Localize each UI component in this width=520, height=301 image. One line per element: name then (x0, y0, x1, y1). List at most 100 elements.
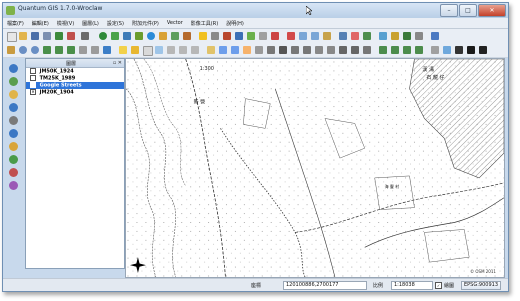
menu-file[interactable]: 檔案(F) (3, 20, 28, 27)
zoom-last-icon[interactable] (79, 46, 87, 54)
decrease-brightness-icon[interactable] (415, 46, 423, 54)
rotate-icon[interactable] (267, 46, 275, 54)
save-project-icon[interactable] (31, 32, 39, 40)
copy-features-icon[interactable] (311, 32, 319, 40)
menu-vector[interactable]: Vector (163, 20, 187, 26)
print-composer-icon[interactable] (55, 32, 63, 40)
select-tool-icon[interactable] (9, 142, 18, 151)
add-layer-icon[interactable] (9, 64, 18, 73)
delete-part-icon[interactable] (327, 46, 335, 54)
add-wfs-layer-icon[interactable] (159, 32, 167, 40)
reshape-icon[interactable] (339, 46, 347, 54)
text-annotation-icon[interactable] (243, 46, 251, 54)
layer-item-google-streets[interactable]: Google Streets (26, 82, 124, 89)
identify-icon[interactable] (119, 46, 127, 54)
capture-polygon-icon[interactable] (247, 32, 255, 40)
maximize-button[interactable]: □ (459, 4, 477, 17)
deselect-icon[interactable] (143, 46, 153, 56)
zoom-to-selection-icon[interactable] (55, 46, 63, 54)
python-console-icon[interactable] (379, 32, 387, 40)
scale-field[interactable]: 1:18038 (391, 281, 433, 290)
show-bookmarks-icon[interactable] (231, 46, 239, 54)
toggle-editing-icon[interactable] (199, 32, 207, 40)
coordinate-field[interactable]: 120100886,2700177 (283, 281, 367, 290)
coordinate-capture-icon[interactable] (443, 46, 451, 54)
menu-help[interactable]: 說明(H) (222, 20, 248, 27)
diagram-tool-icon[interactable] (351, 32, 359, 40)
layer-item-jm50k[interactable]: JM50K_1924 (26, 68, 124, 75)
node-tool-icon[interactable] (271, 32, 279, 40)
layer-visibility-checkbox[interactable] (30, 75, 36, 81)
split-features-icon[interactable] (351, 46, 359, 54)
minimize-button[interactable]: – (440, 4, 458, 17)
layer-item-jm20k[interactable]: ✕ JM20K_1904 (26, 89, 124, 96)
add-part-icon[interactable] (303, 46, 311, 54)
layer-item-tm25k[interactable]: TM25K_1989 (26, 75, 124, 82)
panel-float-close-buttons[interactable]: ▫ ✕ (113, 60, 122, 66)
cut-features-icon[interactable] (299, 32, 307, 40)
zoom-full-icon[interactable] (43, 46, 51, 54)
crs-status-button[interactable]: EPSG:900913 (461, 281, 501, 290)
new-bookmark-icon[interactable] (219, 46, 227, 54)
delete-ring-icon[interactable] (315, 46, 323, 54)
scale-bar-icon[interactable] (479, 46, 487, 54)
menu-raster[interactable]: 影像工具(R) (187, 20, 222, 27)
copyright-label-icon[interactable] (467, 46, 475, 54)
layer-visibility-checkbox[interactable]: ✕ (30, 89, 36, 95)
identify-tool-icon[interactable] (9, 116, 18, 125)
zoom-to-layer-icon[interactable] (67, 46, 75, 54)
label-tool-icon[interactable] (339, 32, 347, 40)
print-icon[interactable] (81, 32, 89, 40)
map-tips-icon[interactable] (207, 46, 215, 54)
zoom-tool-icon[interactable] (9, 90, 18, 99)
move-feature-icon[interactable] (259, 32, 267, 40)
menu-plugins[interactable]: 附加元件(P) (128, 20, 163, 27)
stretch-histogram-icon[interactable] (379, 46, 387, 54)
pdf-icon[interactable] (67, 32, 75, 40)
add-raster-layer-icon[interactable] (111, 32, 119, 40)
close-button[interactable]: ✕ (478, 4, 506, 17)
add-delimited-text-icon[interactable] (171, 32, 179, 40)
measure-line-icon[interactable] (167, 46, 175, 54)
add-wms-layer-icon[interactable] (147, 32, 155, 40)
gps-tool-icon[interactable] (391, 32, 399, 40)
capture-point-icon[interactable] (223, 32, 231, 40)
layer-tool-icon[interactable] (363, 32, 371, 40)
pan-icon[interactable] (7, 46, 15, 54)
simplify-icon[interactable] (279, 46, 287, 54)
save-as-icon[interactable] (43, 32, 51, 40)
local-histogram-icon[interactable] (391, 46, 399, 54)
style-tool-icon[interactable] (9, 181, 18, 190)
add-postgis-layer-icon[interactable] (123, 32, 131, 40)
merge-features-icon[interactable] (363, 46, 371, 54)
map-canvas[interactable]: 1:300 漢 溝 石 龍 仔 新 營 海 豐 村 © OSM 2011 (125, 58, 505, 278)
open-attribute-table-icon[interactable] (155, 46, 163, 54)
menu-view[interactable]: 檢視(V) (53, 20, 78, 27)
add-ring-icon[interactable] (291, 46, 299, 54)
add-spatialite-layer-icon[interactable] (135, 32, 143, 40)
delete-selected-icon[interactable] (287, 32, 295, 40)
zoom-next-icon[interactable] (91, 46, 99, 54)
zoom-in-icon[interactable] (19, 46, 27, 54)
refresh-tool-icon[interactable] (9, 155, 18, 164)
paste-features-icon[interactable] (323, 32, 331, 40)
open-project-icon[interactable] (19, 32, 27, 40)
table-manager-icon[interactable] (431, 32, 439, 40)
measure-area-icon[interactable] (179, 46, 187, 54)
increase-brightness-icon[interactable] (403, 46, 411, 54)
pan-tool-icon[interactable] (9, 77, 18, 86)
menu-layer[interactable]: 圖層(L) (78, 20, 103, 27)
measure-angle-icon[interactable] (191, 46, 199, 54)
menu-edit[interactable]: 編輯(E) (28, 20, 53, 27)
layer-visibility-checkbox[interactable] (30, 68, 36, 74)
select-features-icon[interactable] (131, 46, 139, 54)
refresh-icon[interactable] (103, 46, 111, 54)
menu-settings[interactable]: 設定(S) (103, 20, 128, 27)
add-vector-layer-icon[interactable] (99, 32, 107, 40)
help-icon[interactable] (415, 32, 423, 40)
zoom-out-icon[interactable] (31, 46, 39, 54)
zoom-out-tool-icon[interactable] (9, 103, 18, 112)
capture-line-icon[interactable] (235, 32, 243, 40)
new-shapefile-icon[interactable] (183, 32, 191, 40)
new-project-icon[interactable] (7, 32, 17, 42)
